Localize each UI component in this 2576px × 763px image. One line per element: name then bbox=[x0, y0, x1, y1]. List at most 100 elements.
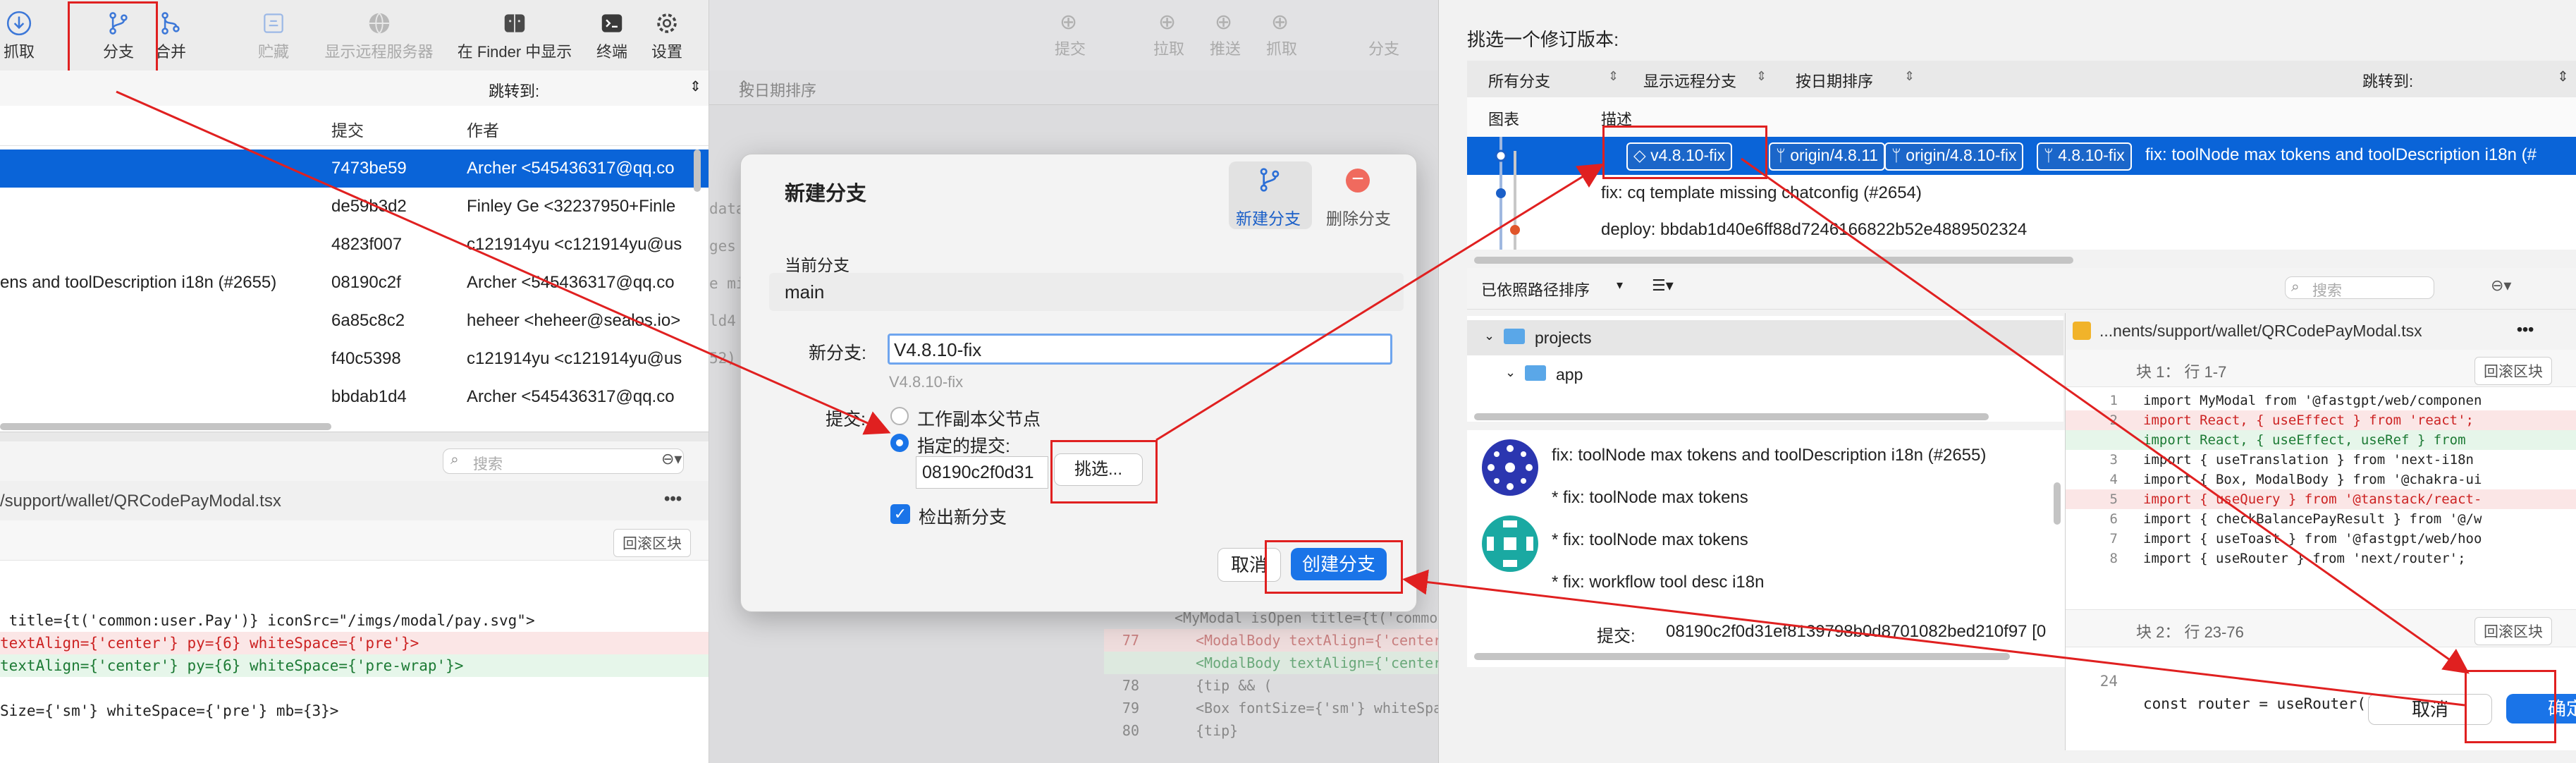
diff-line: 5 import { useQuery } from '@tanstack/rea… bbox=[2066, 489, 2576, 509]
file-icon bbox=[2073, 322, 2091, 340]
commit-author: Archer <545436317@qq.co bbox=[467, 273, 675, 292]
diff-line bbox=[0, 677, 709, 700]
terminal-button[interactable]: 终端 bbox=[592, 10, 632, 66]
branch-button[interactable]: 分支 bbox=[1368, 37, 1399, 59]
push-button[interactable]: 推送 bbox=[1210, 37, 1241, 59]
tree-item-app[interactable]: ⌄ app bbox=[1467, 357, 2063, 392]
commit-author: c121914yu <c121914yu@us bbox=[467, 349, 682, 368]
remote-branch-badge: ᛘ origin/4.8.11 bbox=[1769, 142, 1886, 171]
diff-line: 7 import { useToast } from '@fastgpt/web/… bbox=[2109, 531, 2482, 547]
current-branch-field: main bbox=[769, 273, 1404, 311]
avatar bbox=[1482, 439, 1538, 496]
file-header: ...nents/support/wallet/QRCodePayModal.t… bbox=[2066, 313, 2576, 350]
tab-delete-branch[interactable]: − 删除分支 bbox=[1318, 161, 1401, 229]
search-input[interactable]: ⌕ 搜索 bbox=[443, 448, 684, 474]
list-options-icon[interactable]: ☰▾ bbox=[1652, 276, 1674, 295]
new-branch-input[interactable]: V4.8.10-fix bbox=[888, 334, 1392, 365]
commit-row[interactable]: 7473be59 Archer <545436317@qq.co bbox=[0, 149, 709, 188]
annotation-box bbox=[1265, 540, 1403, 594]
branch-icon: ᛘ bbox=[2044, 146, 2059, 164]
tab-new-branch[interactable]: 新建分支 bbox=[1229, 161, 1312, 229]
commit-graph bbox=[1495, 137, 1520, 250]
tree-item-projects[interactable]: ⌄ projects bbox=[1467, 320, 2063, 355]
remote-filter[interactable]: 显示远程分支 bbox=[1643, 69, 1736, 92]
commit-message: fix: toolNode max tokens and toolDescrip… bbox=[1552, 446, 1987, 465]
horizontal-scrollbar[interactable] bbox=[0, 423, 331, 430]
commit-label: 提交: bbox=[826, 410, 866, 429]
author-column-header[interactable]: 作者 bbox=[467, 117, 499, 141]
commit-message: * fix: toolNode max tokens bbox=[1552, 488, 1748, 507]
chevron-updown-icon[interactable]: ⇕ bbox=[2557, 68, 2569, 85]
more-icon[interactable]: ••• bbox=[2517, 320, 2534, 339]
checkout-label: 检出新分支 bbox=[919, 508, 1007, 527]
jump-to-label: 跳转到: bbox=[2362, 73, 2414, 90]
diff-line: title={t('common:user.Pay')} iconSrc="/i… bbox=[0, 612, 535, 629]
minus-icon: − bbox=[1346, 169, 1370, 193]
rollback-hunk-button[interactable]: 回滚区块 bbox=[2474, 357, 2552, 385]
revision-row[interactable]: deploy: bbdab1d40e6ff88d7246166822b52e48… bbox=[1467, 212, 2576, 248]
stash-icon bbox=[250, 10, 297, 39]
commit-row[interactable]: de59b3d2 Finley Ge <32237950+Finle bbox=[0, 188, 709, 226]
commit-hash: 7473be59 bbox=[331, 159, 407, 178]
commit-hash: 6a85c8c2 bbox=[331, 311, 405, 330]
diff-line: textAlign={'center'} py={6} whiteSpace={… bbox=[0, 654, 709, 677]
commit-message: * fix: toolNode max tokens bbox=[1552, 530, 1748, 549]
hash-column-header[interactable]: 提交 bbox=[331, 117, 364, 141]
commit-author: Finley Ge <32237950+Finle bbox=[467, 197, 676, 216]
horizontal-scrollbar[interactable] bbox=[1474, 257, 2073, 264]
specified-commit-field[interactable]: 08190c2f0d31 bbox=[916, 456, 1048, 489]
scrollbar[interactable] bbox=[694, 149, 701, 192]
commit-hash: de59b3d2 bbox=[331, 197, 407, 216]
annotation-box bbox=[1602, 126, 1767, 179]
diff-line: 2 import React, { useEffect } from 'react… bbox=[2066, 410, 2576, 430]
folder-icon bbox=[1504, 329, 1525, 344]
commit-row[interactable]: f40c5398 c121914yu <c121914yu@us bbox=[0, 340, 709, 378]
rollback-hunk-button[interactable]: 回滚区块 bbox=[613, 529, 691, 557]
current-branch-label: 当前分支 bbox=[785, 256, 850, 274]
graph-column-header: 图表 bbox=[1488, 111, 1520, 128]
diff-line: 80 {tip} bbox=[1122, 722, 1239, 739]
revision-row[interactable]: fix: cq template missing chatconfig (#26… bbox=[1467, 175, 2576, 212]
new-branch-label: 新分支: bbox=[809, 343, 866, 363]
checkout-checkbox[interactable]: ✓ bbox=[890, 504, 910, 524]
branch-hint: V4.8.10-fix bbox=[889, 373, 964, 391]
chevron-updown-icon[interactable]: ⇕ bbox=[689, 78, 701, 95]
settings-button[interactable]: 设置 bbox=[647, 10, 687, 66]
chevron-updown-icon: ⇕ bbox=[1756, 69, 1767, 83]
show-in-finder-button[interactable]: 在 Finder 中显示 bbox=[451, 10, 578, 66]
chevron-updown-icon: ⇕ bbox=[1904, 69, 1915, 83]
commit-row[interactable]: ens and toolDescription i18n (#2655) 0819… bbox=[0, 264, 709, 302]
branches-filter[interactable]: 所有分支 bbox=[1488, 69, 1550, 92]
commit-row[interactable]: 6a85c8c2 heheer <heheer@sealos.io> bbox=[0, 302, 709, 340]
file-search-bar: ⌕ 搜索 ⊖▾ bbox=[0, 441, 709, 482]
options-icon[interactable]: ⊖▾ bbox=[2491, 276, 2511, 295]
horizontal-scrollbar[interactable] bbox=[1474, 413, 1989, 420]
radio-working-copy[interactable] bbox=[890, 407, 909, 425]
more-icon[interactable]: ••• bbox=[664, 489, 682, 509]
diff-line: <ModalBody textAlign={'center'} py bbox=[1104, 652, 1438, 674]
plus-icon: ⊕ bbox=[1060, 11, 1078, 34]
file-toolbar: 已依照路径排序 ▾ ☰▾ ⌕ 搜索 ⊖▾ bbox=[1467, 268, 2576, 310]
commit-hash: 4823f007 bbox=[331, 235, 403, 254]
commit-author: heheer <heheer@sealos.io> bbox=[467, 311, 681, 330]
scrollbar[interactable] bbox=[2054, 482, 2061, 525]
search-icon: ⌕ bbox=[2291, 279, 2300, 295]
commit-row[interactable]: 4823f007 c121914yu <c121914yu@us bbox=[0, 226, 709, 264]
rollback-hunk-button[interactable]: 回滚区块 bbox=[2474, 617, 2552, 645]
radio-specified-commit[interactable] bbox=[890, 434, 909, 452]
fetch-button[interactable]: 抓取 bbox=[1266, 37, 1297, 59]
options-icon[interactable]: ⊖▾ bbox=[661, 450, 682, 468]
commit-row[interactable]: bbdab1d4 Archer <545436317@qq.co bbox=[0, 378, 709, 416]
stash-button[interactable]: 贮藏 bbox=[250, 10, 297, 66]
sort-filter[interactable]: 按日期排序 bbox=[1796, 69, 1873, 92]
pull-button[interactable]: 拉取 bbox=[1153, 37, 1184, 59]
search-input[interactable]: ⌕ 搜索 bbox=[2285, 276, 2434, 299]
commit-button[interactable]: 提交 bbox=[1055, 37, 1086, 59]
horizontal-scrollbar[interactable] bbox=[1474, 653, 2010, 660]
fetch-button[interactable]: 抓取 bbox=[0, 10, 38, 66]
path-sort-dropdown[interactable]: 已依照路径排序 bbox=[1481, 278, 1590, 300]
hunk-header: 回滚区块 bbox=[0, 520, 709, 561]
left-window: 抓取 分支 合并 贮藏 显示远程服务器 在 Finder 中显示 终端 设置 跳… bbox=[0, 0, 709, 763]
diff-line: 24 const router = useRouter(); bbox=[2099, 673, 2384, 712]
show-remote-button[interactable]: 显示远程服务器 bbox=[321, 10, 437, 66]
